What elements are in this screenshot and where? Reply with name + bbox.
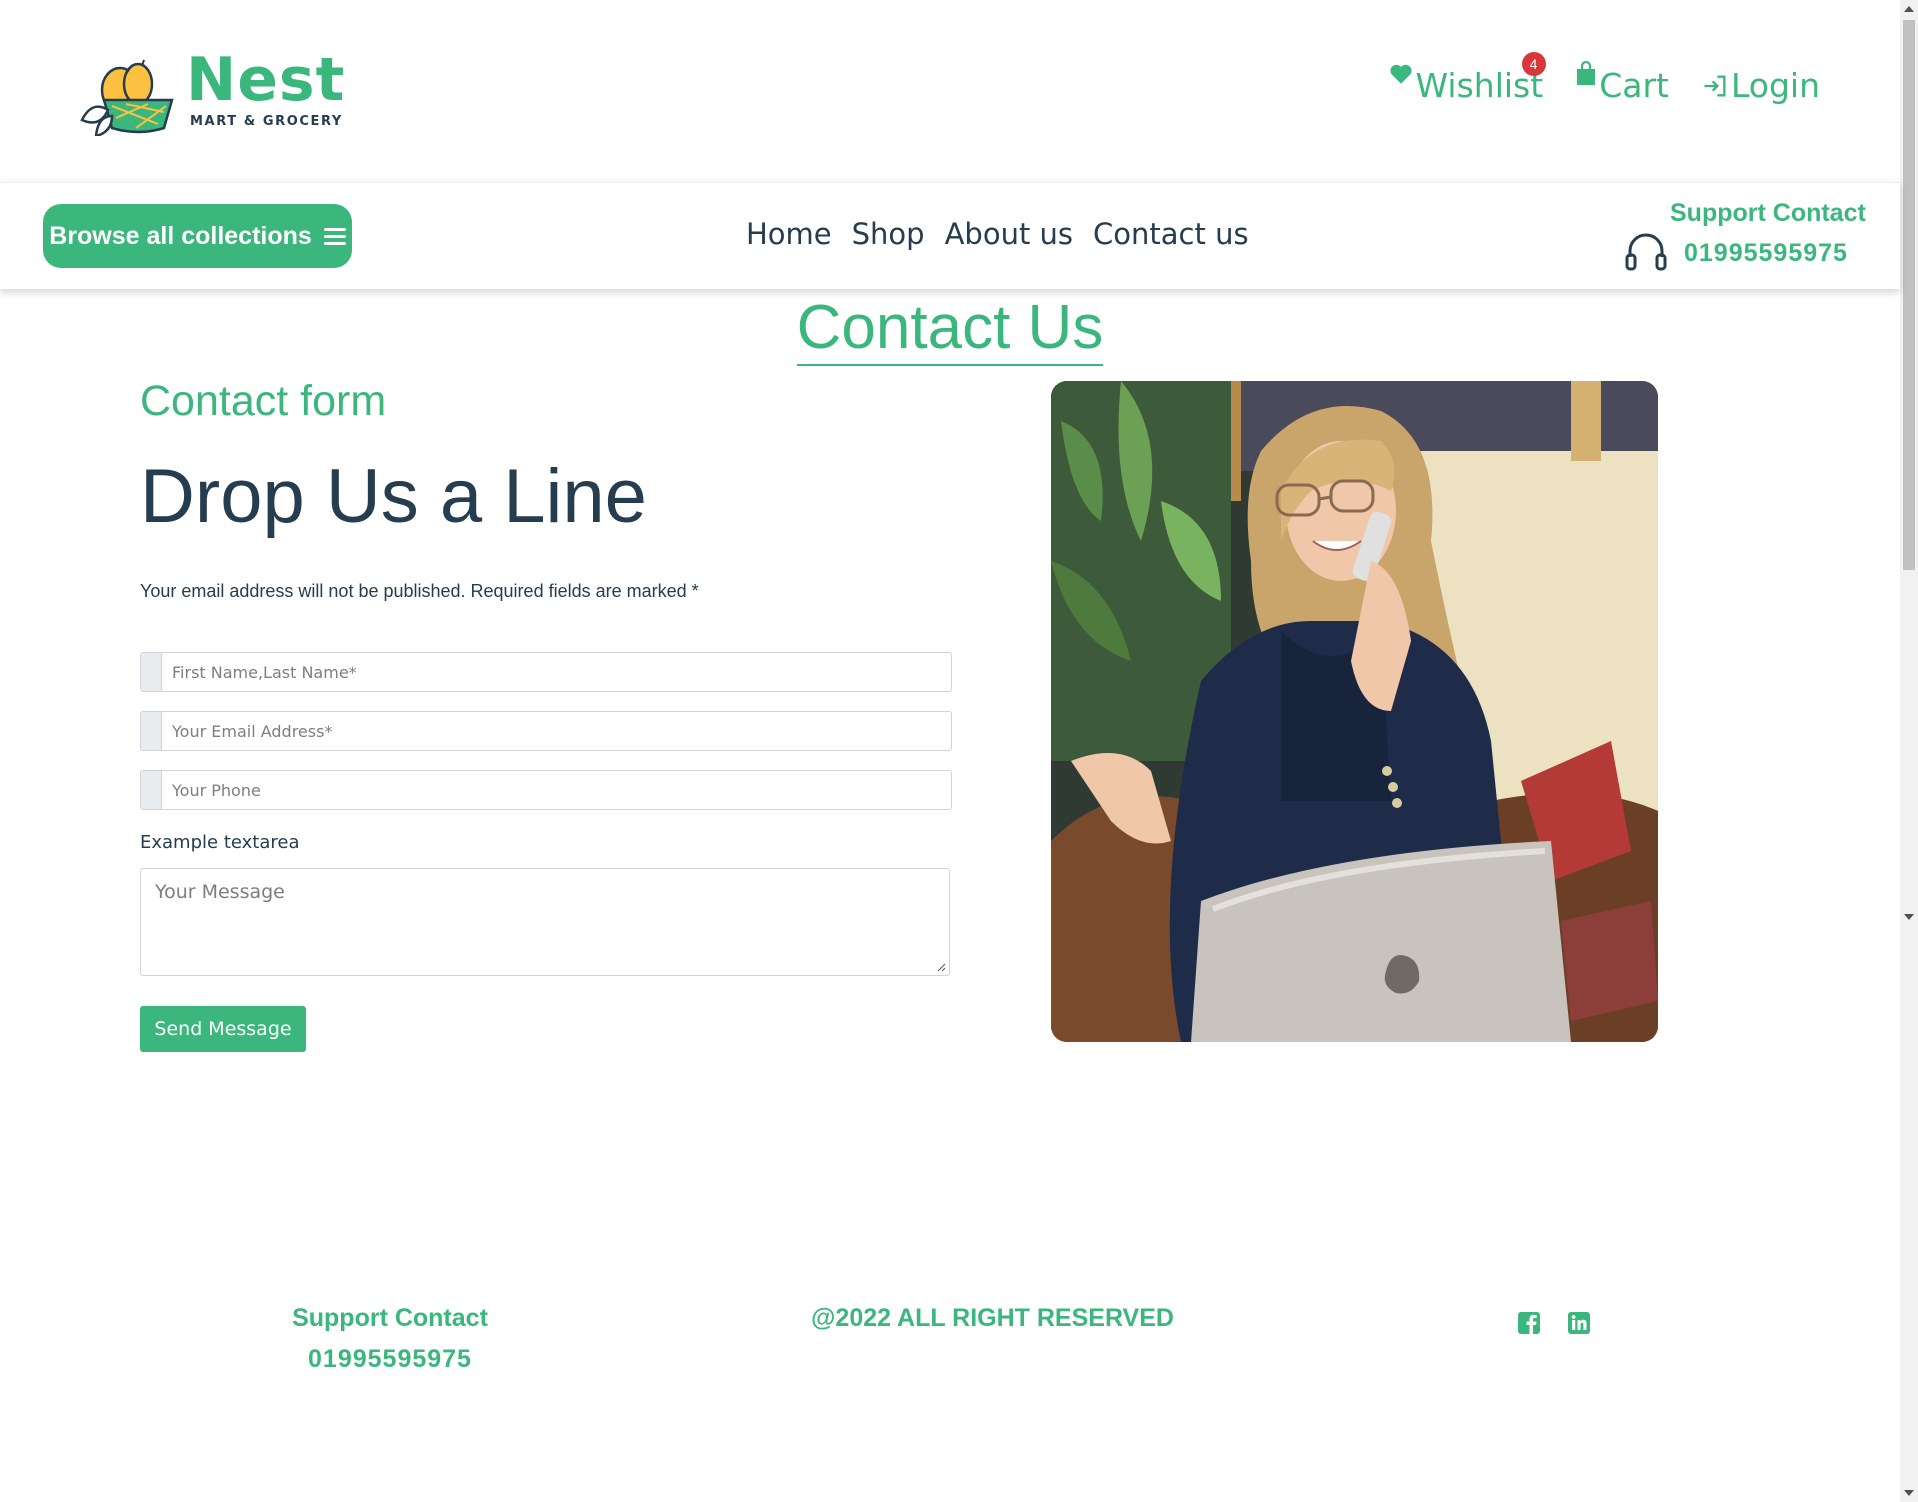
headphones-icon bbox=[1625, 233, 1667, 271]
browse-collections-label: Browse all collections bbox=[49, 221, 312, 250]
email-field-group bbox=[140, 711, 952, 751]
nav-item-contact[interactable]: Contact us bbox=[1093, 217, 1249, 251]
scrollbar-thumb[interactable] bbox=[1903, 20, 1915, 570]
linkedin-icon[interactable] bbox=[1567, 1311, 1591, 1335]
brand-name: Nest bbox=[186, 45, 346, 115]
input-addon bbox=[141, 653, 162, 691]
login-label: Login bbox=[1730, 66, 1820, 105]
page-scrollbar[interactable] bbox=[1900, 0, 1918, 1502]
login-link[interactable]: Login bbox=[1701, 66, 1820, 105]
footer-social-links bbox=[1517, 1311, 1591, 1335]
nav-item-shop[interactable]: Shop bbox=[852, 217, 925, 251]
support-contact-header: Support Contact 01995595975 bbox=[1624, 199, 1866, 279]
contact-photo bbox=[1051, 381, 1658, 1042]
nav-item-about[interactable]: About us bbox=[945, 217, 1073, 251]
phone-field-group bbox=[140, 770, 952, 810]
nav-item-home[interactable]: Home bbox=[746, 217, 832, 251]
name-field-group bbox=[140, 652, 952, 692]
hamburger-icon bbox=[323, 224, 346, 249]
footer-support-contact: Support Contact 01995595975 bbox=[280, 1304, 500, 1374]
support-contact-label: Support Contact bbox=[1670, 199, 1866, 227]
textarea-label: Example textarea bbox=[140, 832, 300, 853]
footer-support-phone[interactable]: 01995595975 bbox=[280, 1345, 500, 1374]
brand-logo[interactable]: Nest MART & GROCERY bbox=[78, 50, 348, 136]
send-message-button[interactable]: Send Message bbox=[140, 1006, 306, 1052]
scroll-down-arrow[interactable] bbox=[1904, 1490, 1914, 1496]
phone-input[interactable] bbox=[162, 771, 951, 809]
scroll-marker-icon bbox=[1904, 914, 1914, 920]
header-actions: Wishlist 4 Cart Login bbox=[1388, 52, 1820, 105]
email-input[interactable] bbox=[162, 712, 951, 750]
cart-label: Cart bbox=[1599, 66, 1669, 105]
page-title: Contact Us bbox=[0, 292, 1900, 366]
shopping-bag-icon bbox=[1577, 60, 1596, 85]
login-icon bbox=[1704, 75, 1726, 96]
message-field bbox=[140, 868, 950, 976]
basket-logo-icon bbox=[80, 59, 174, 136]
input-addon bbox=[141, 771, 162, 809]
support-contact-phone[interactable]: 01995595975 bbox=[1684, 239, 1848, 268]
brand-tagline: MART & GROCERY bbox=[190, 114, 343, 129]
woman-on-phone-image bbox=[1051, 381, 1658, 1042]
message-textarea[interactable] bbox=[141, 869, 949, 975]
facebook-icon[interactable] bbox=[1517, 1311, 1541, 1335]
cart-link[interactable]: Cart bbox=[1575, 60, 1669, 105]
input-addon bbox=[141, 712, 162, 750]
page-title-text: Contact Us bbox=[796, 293, 1104, 366]
heart-icon bbox=[1389, 64, 1412, 84]
wishlist-count-badge: 4 bbox=[1521, 52, 1546, 76]
name-input[interactable] bbox=[162, 653, 951, 691]
wishlist-link[interactable]: Wishlist 4 bbox=[1388, 52, 1546, 105]
site-header: Nest MART & GROCERY Wishlist 4 Cart Logi… bbox=[0, 0, 1900, 182]
contact-form-section: Contact form Drop Us a Line Your email a… bbox=[140, 380, 952, 1052]
scroll-up-arrow[interactable] bbox=[1904, 6, 1914, 12]
footer-support-label: Support Contact bbox=[292, 1304, 488, 1332]
contact-form: Example textarea Send Message bbox=[140, 380, 952, 1080]
main-menu: Home Shop About us Contact us bbox=[746, 217, 1249, 251]
browse-collections-button[interactable]: Browse all collections bbox=[43, 204, 352, 268]
resize-grip-icon[interactable] bbox=[936, 962, 946, 972]
main-navbar: Browse all collections Home Shop About u… bbox=[0, 182, 1900, 289]
